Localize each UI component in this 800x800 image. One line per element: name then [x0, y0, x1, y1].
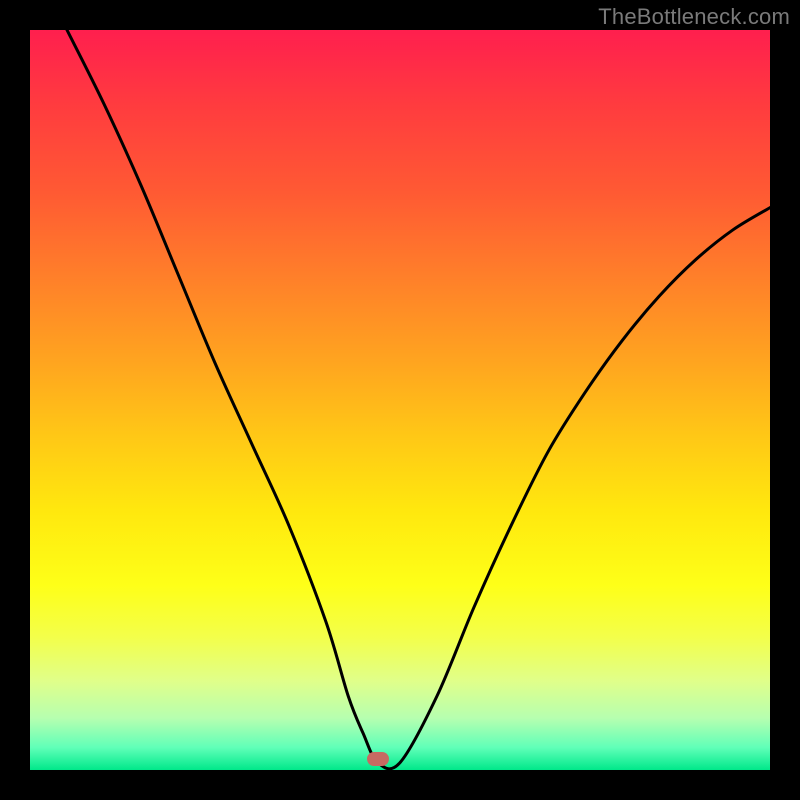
watermark-text: TheBottleneck.com: [598, 4, 790, 30]
plot-area: [30, 30, 770, 770]
chart-frame: TheBottleneck.com: [0, 0, 800, 800]
bottleneck-curve: [30, 30, 770, 770]
optimum-marker: [367, 752, 389, 766]
